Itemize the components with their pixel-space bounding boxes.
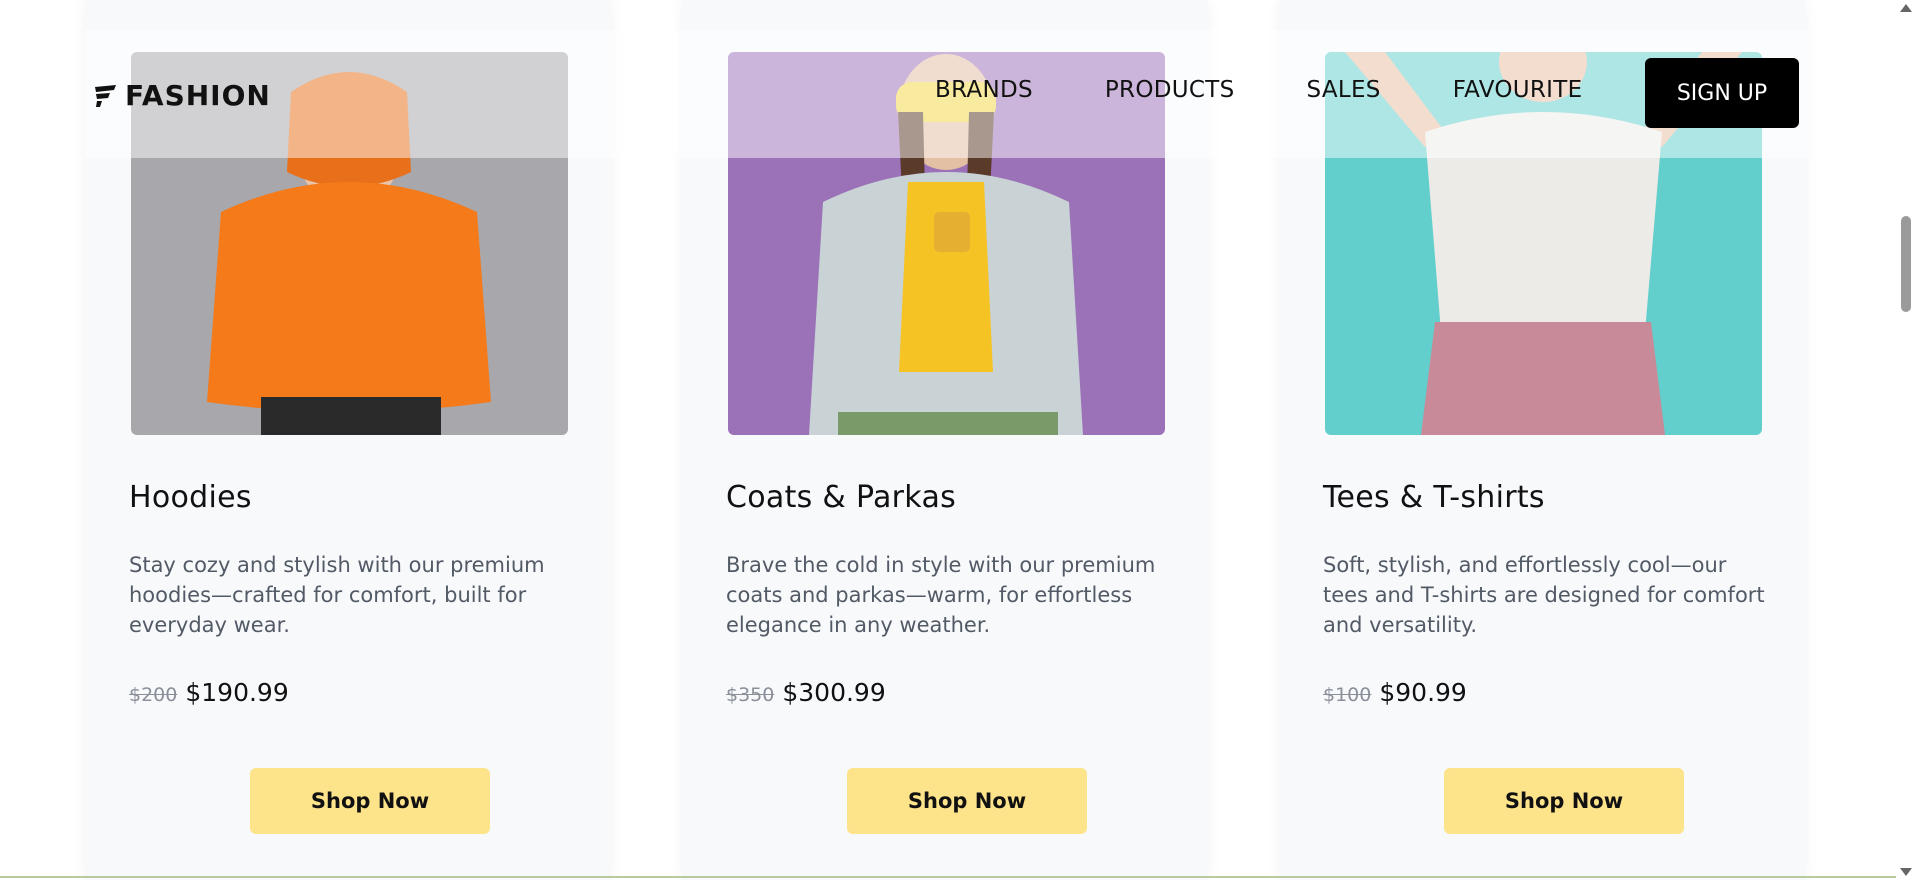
nav-favourite[interactable]: FAVOURITE xyxy=(1453,77,1583,103)
nav-brands[interactable]: BRANDS xyxy=(935,77,1033,103)
product-price: $200 $190.99 xyxy=(129,678,289,707)
product-title: Coats & Parkas xyxy=(726,480,957,515)
fashion-logo-icon xyxy=(95,84,116,107)
product-description: Stay cozy and stylish with our premium h… xyxy=(129,553,545,637)
logo-text: FASHION xyxy=(125,79,271,112)
product-price: $100 $90.99 xyxy=(1323,678,1467,707)
product-title: Hoodies xyxy=(129,480,252,515)
old-price: $350 xyxy=(726,684,775,706)
shop-now-button[interactable]: Shop Now xyxy=(847,768,1087,834)
nav-products[interactable]: PRODUCTS xyxy=(1105,77,1235,103)
divider xyxy=(0,876,1896,878)
main-nav: BRANDS PRODUCTS SALES FAVOURITE xyxy=(935,77,1582,103)
nav-sales[interactable]: SALES xyxy=(1307,77,1381,103)
product-title: Tees & T-shirts xyxy=(1323,480,1545,515)
scroll-up-arrow-icon[interactable] xyxy=(1900,4,1912,12)
product-description: Brave the cold in style with our premium… xyxy=(726,553,1156,637)
old-price: $100 xyxy=(1323,684,1372,706)
sale-price: $90.99 xyxy=(1379,678,1467,707)
shop-now-button[interactable]: Shop Now xyxy=(1444,768,1684,834)
old-price: $200 xyxy=(129,684,178,706)
sign-up-button[interactable]: SIGN UP xyxy=(1645,58,1799,128)
scrollbar-thumb[interactable] xyxy=(1901,216,1911,312)
shop-now-button[interactable]: Shop Now xyxy=(250,768,490,834)
product-description: Soft, stylish, and effortlessly cool—our… xyxy=(1323,553,1765,637)
sale-price: $300.99 xyxy=(782,678,886,707)
product-price: $350 $300.99 xyxy=(726,678,886,707)
site-header: FASHION BRANDS PRODUCTS SALES FAVOURITE … xyxy=(85,30,1810,158)
logo[interactable]: FASHION xyxy=(93,79,271,112)
page-scrollbar[interactable] xyxy=(1896,0,1916,880)
scroll-down-arrow-icon[interactable] xyxy=(1900,868,1912,876)
sale-price: $190.99 xyxy=(185,678,289,707)
